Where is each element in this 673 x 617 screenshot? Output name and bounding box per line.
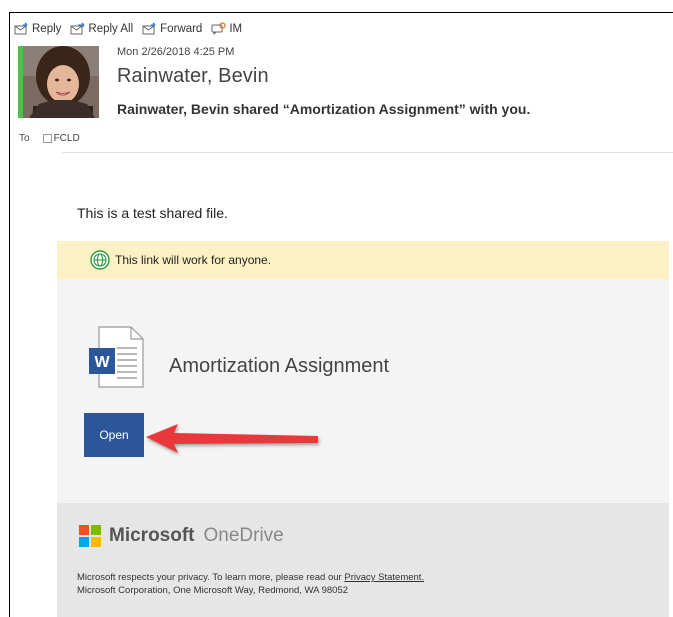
reply-all-button[interactable]: Reply All xyxy=(70,22,133,35)
reply-all-icon xyxy=(70,22,85,35)
microsoft-logo-icon xyxy=(79,525,101,547)
link-notice-text: This link will work for anyone. xyxy=(115,253,272,267)
forward-label: Forward xyxy=(160,22,203,35)
header-divider xyxy=(62,152,673,153)
sender-name[interactable]: Rainwater, Bevin xyxy=(117,65,269,88)
message-body: This is a test shared file. xyxy=(77,205,228,221)
onedrive-footer: Microsoft OneDrive Microsoft respects yo… xyxy=(57,503,669,617)
to-label: To xyxy=(19,133,30,144)
subject-line: Rainwater, Bevin shared “Amortization As… xyxy=(117,101,531,117)
word-document-icon: W xyxy=(89,326,144,388)
shared-file-name[interactable]: Amortization Assignment xyxy=(169,355,389,378)
forward-button[interactable]: Forward xyxy=(142,22,202,35)
recipient-name[interactable]: FCLD xyxy=(54,133,80,144)
privacy-notice: Microsoft respects your privacy. To lear… xyxy=(77,571,424,597)
sent-date: Mon 2/26/2018 4:25 PM xyxy=(117,46,235,58)
im-icon xyxy=(211,22,226,35)
microsoft-onedrive-logo: Microsoft OneDrive xyxy=(79,525,284,547)
sender-photo xyxy=(23,46,99,118)
recipients-row: To FCLD xyxy=(19,133,80,144)
brand-microsoft: Microsoft xyxy=(109,525,195,546)
reply-icon xyxy=(14,22,28,35)
reply-button[interactable]: Reply xyxy=(14,22,61,35)
open-button[interactable]: Open xyxy=(84,413,144,457)
recipient-checkbox[interactable] xyxy=(42,134,52,143)
forward-icon xyxy=(142,22,156,35)
brand-onedrive: OneDrive xyxy=(203,525,284,546)
avatar[interactable] xyxy=(23,46,99,118)
im-label: IM xyxy=(229,22,243,35)
message-toolbar: Reply Reply All Forward IM xyxy=(14,22,251,35)
link-notice: This link will work for anyone. xyxy=(57,241,669,279)
reply-label: Reply xyxy=(32,22,62,35)
reply-all-label: Reply All xyxy=(88,22,134,35)
im-button[interactable]: IM xyxy=(211,22,242,35)
share-card: This link will work for anyone. W Amorti… xyxy=(57,241,669,503)
word-icon-letter: W xyxy=(94,354,110,371)
privacy-text: Microsoft respects your privacy. To lear… xyxy=(77,572,345,583)
company-address: Microsoft Corporation, One Microsoft Way… xyxy=(77,585,349,596)
annotation-arrow xyxy=(146,424,318,453)
privacy-statement-link[interactable]: Privacy Statement. xyxy=(344,572,424,583)
globe-icon xyxy=(90,250,110,270)
